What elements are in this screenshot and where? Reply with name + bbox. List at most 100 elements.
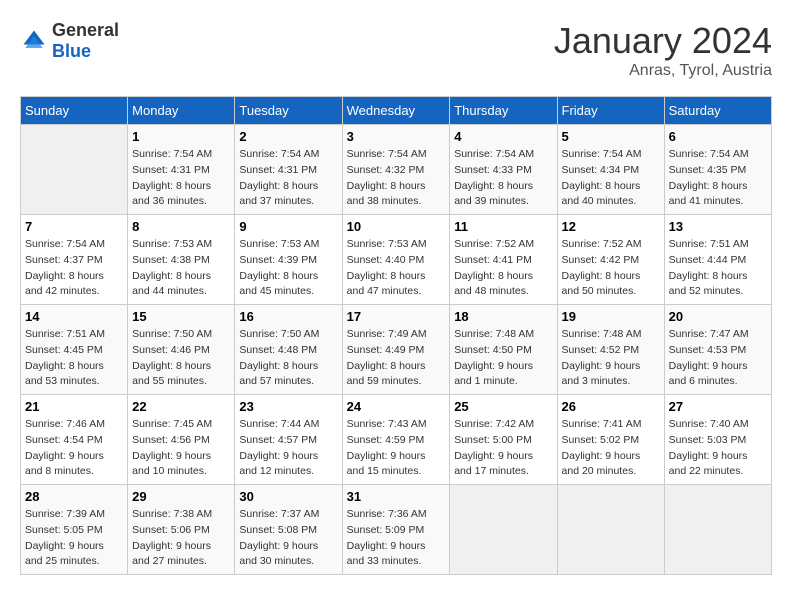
day-info: Sunrise: 7:52 AMSunset: 4:42 PMDaylight:… (562, 237, 660, 300)
day-info: Sunrise: 7:39 AMSunset: 5:05 PMDaylight:… (25, 507, 123, 570)
day-number: 28 (25, 489, 123, 504)
day-number: 25 (454, 399, 552, 414)
day-info: Sunrise: 7:47 AMSunset: 4:53 PMDaylight:… (669, 327, 767, 390)
calendar-day-cell (21, 125, 128, 215)
title-block: January 2024 Anras, Tyrol, Austria (554, 20, 772, 80)
day-info: Sunrise: 7:52 AMSunset: 4:41 PMDaylight:… (454, 237, 552, 300)
calendar-day-cell: 25Sunrise: 7:42 AMSunset: 5:00 PMDayligh… (450, 395, 557, 485)
day-info: Sunrise: 7:54 AMSunset: 4:34 PMDaylight:… (562, 147, 660, 210)
calendar-day-cell (450, 485, 557, 575)
day-info: Sunrise: 7:50 AMSunset: 4:48 PMDaylight:… (239, 327, 337, 390)
day-info: Sunrise: 7:54 AMSunset: 4:32 PMDaylight:… (347, 147, 446, 210)
day-number: 5 (562, 129, 660, 144)
calendar-day-cell: 3Sunrise: 7:54 AMSunset: 4:32 PMDaylight… (342, 125, 450, 215)
calendar-day-cell (557, 485, 664, 575)
calendar-day-cell (664, 485, 771, 575)
day-info: Sunrise: 7:51 AMSunset: 4:45 PMDaylight:… (25, 327, 123, 390)
calendar-day-cell: 8 Sunrise: 7:53 AMSunset: 4:38 PMDaylight… (128, 215, 235, 305)
calendar-week-row: 1Sunrise: 7:54 AMSunset: 4:31 PMDaylight… (21, 125, 772, 215)
day-info: Sunrise: 7:54 AMSunset: 4:31 PMDaylight:… (239, 147, 337, 210)
calendar-week-row: 14 Sunrise: 7:51 AMSunset: 4:45 PMDayligh… (21, 305, 772, 395)
day-number: 15 (132, 309, 230, 324)
day-number: 24 (347, 399, 446, 414)
calendar-day-cell: 6Sunrise: 7:54 AMSunset: 4:35 PMDaylight… (664, 125, 771, 215)
day-number: 17 (347, 309, 446, 324)
logo: General Blue (20, 20, 119, 62)
day-number: 13 (669, 219, 767, 234)
calendar-day-cell: 13 Sunrise: 7:51 AMSunset: 4:44 PMDayligh… (664, 215, 771, 305)
calendar-day-cell: 5 Sunrise: 7:54 AMSunset: 4:34 PMDaylight… (557, 125, 664, 215)
calendar-day-cell: 29 Sunrise: 7:38 AMSunset: 5:06 PMDayligh… (128, 485, 235, 575)
calendar-day-cell: 7 Sunrise: 7:54 AMSunset: 4:37 PMDaylight… (21, 215, 128, 305)
calendar-day-cell: 18Sunrise: 7:48 AMSunset: 4:50 PMDayligh… (450, 305, 557, 395)
day-info: Sunrise: 7:54 AMSunset: 4:31 PMDaylight:… (132, 147, 230, 210)
day-info: Sunrise: 7:54 AMSunset: 4:37 PMDaylight:… (25, 237, 123, 300)
day-number: 16 (239, 309, 337, 324)
day-info: Sunrise: 7:46 AMSunset: 4:54 PMDaylight:… (25, 417, 123, 480)
calendar-table: SundayMondayTuesdayWednesdayThursdayFrid… (20, 96, 772, 575)
calendar-week-row: 21 Sunrise: 7:46 AMSunset: 4:54 PMDayligh… (21, 395, 772, 485)
calendar-day-cell: 16 Sunrise: 7:50 AMSunset: 4:48 PMDayligh… (235, 305, 342, 395)
calendar-day-cell: 4Sunrise: 7:54 AMSunset: 4:33 PMDaylight… (450, 125, 557, 215)
day-number: 12 (562, 219, 660, 234)
day-number: 19 (562, 309, 660, 324)
day-number: 30 (239, 489, 337, 504)
calendar-day-cell: 31 Sunrise: 7:36 AMSunset: 5:09 PMDayligh… (342, 485, 450, 575)
day-info: Sunrise: 7:48 AMSunset: 4:52 PMDaylight:… (562, 327, 660, 390)
weekday-header-cell: Monday (128, 97, 235, 125)
day-info: Sunrise: 7:45 AMSunset: 4:56 PMDaylight:… (132, 417, 230, 480)
calendar-week-row: 28 Sunrise: 7:39 AMSunset: 5:05 PMDayligh… (21, 485, 772, 575)
logo-blue-text: Blue (52, 41, 91, 61)
day-number: 10 (347, 219, 446, 234)
calendar-day-cell: 10 Sunrise: 7:53 AMSunset: 4:40 PMDayligh… (342, 215, 450, 305)
day-number: 14 (25, 309, 123, 324)
calendar-body: 1Sunrise: 7:54 AMSunset: 4:31 PMDaylight… (21, 125, 772, 575)
day-number: 11 (454, 219, 552, 234)
day-number: 22 (132, 399, 230, 414)
day-info: Sunrise: 7:49 AMSunset: 4:49 PMDaylight:… (347, 327, 446, 390)
calendar-day-cell: 15Sunrise: 7:50 AMSunset: 4:46 PMDayligh… (128, 305, 235, 395)
day-number: 7 (25, 219, 123, 234)
day-info: Sunrise: 7:53 AMSunset: 4:39 PMDaylight:… (239, 237, 337, 300)
calendar-day-cell: 19 Sunrise: 7:48 AMSunset: 4:52 PMDayligh… (557, 305, 664, 395)
calendar-day-cell: 30 Sunrise: 7:37 AMSunset: 5:08 PMDayligh… (235, 485, 342, 575)
calendar-day-cell: 24 Sunrise: 7:43 AMSunset: 4:59 PMDayligh… (342, 395, 450, 485)
weekday-header-cell: Sunday (21, 97, 128, 125)
day-number: 21 (25, 399, 123, 414)
day-info: Sunrise: 7:36 AMSunset: 5:09 PMDaylight:… (347, 507, 446, 570)
weekday-header-cell: Saturday (664, 97, 771, 125)
day-info: Sunrise: 7:53 AMSunset: 4:40 PMDaylight:… (347, 237, 446, 300)
calendar-day-cell: 14 Sunrise: 7:51 AMSunset: 4:45 PMDayligh… (21, 305, 128, 395)
day-number: 26 (562, 399, 660, 414)
day-number: 9 (239, 219, 337, 234)
header: General Blue January 2024 Anras, Tyrol, … (20, 20, 772, 80)
day-number: 8 (132, 219, 230, 234)
day-info: Sunrise: 7:40 AMSunset: 5:03 PMDaylight:… (669, 417, 767, 480)
calendar-day-cell: 26Sunrise: 7:41 AMSunset: 5:02 PMDayligh… (557, 395, 664, 485)
day-info: Sunrise: 7:38 AMSunset: 5:06 PMDaylight:… (132, 507, 230, 570)
day-number: 2 (239, 129, 337, 144)
weekday-header-cell: Thursday (450, 97, 557, 125)
calendar-week-row: 7 Sunrise: 7:54 AMSunset: 4:37 PMDaylight… (21, 215, 772, 305)
weekday-header-cell: Tuesday (235, 97, 342, 125)
day-number: 27 (669, 399, 767, 414)
day-info: Sunrise: 7:37 AMSunset: 5:08 PMDaylight:… (239, 507, 337, 570)
weekday-header-cell: Friday (557, 97, 664, 125)
calendar-day-cell: 28 Sunrise: 7:39 AMSunset: 5:05 PMDayligh… (21, 485, 128, 575)
calendar-day-cell: 2 Sunrise: 7:54 AMSunset: 4:31 PMDaylight… (235, 125, 342, 215)
day-info: Sunrise: 7:51 AMSunset: 4:44 PMDaylight:… (669, 237, 767, 300)
day-number: 29 (132, 489, 230, 504)
calendar-day-cell: 21 Sunrise: 7:46 AMSunset: 4:54 PMDayligh… (21, 395, 128, 485)
day-number: 4 (454, 129, 552, 144)
logo-general-text: General (52, 20, 119, 40)
day-number: 23 (239, 399, 337, 414)
day-info: Sunrise: 7:43 AMSunset: 4:59 PMDaylight:… (347, 417, 446, 480)
calendar-day-cell: 22 Sunrise: 7:45 AMSunset: 4:56 PMDayligh… (128, 395, 235, 485)
calendar-day-cell: 1Sunrise: 7:54 AMSunset: 4:31 PMDaylight… (128, 125, 235, 215)
day-info: Sunrise: 7:48 AMSunset: 4:50 PMDaylight:… (454, 327, 552, 390)
logo-icon (20, 27, 48, 55)
day-number: 31 (347, 489, 446, 504)
calendar-day-cell: 9 Sunrise: 7:53 AMSunset: 4:39 PMDaylight… (235, 215, 342, 305)
day-info: Sunrise: 7:53 AMSunset: 4:38 PMDaylight:… (132, 237, 230, 300)
calendar-day-cell: 27 Sunrise: 7:40 AMSunset: 5:03 PMDayligh… (664, 395, 771, 485)
